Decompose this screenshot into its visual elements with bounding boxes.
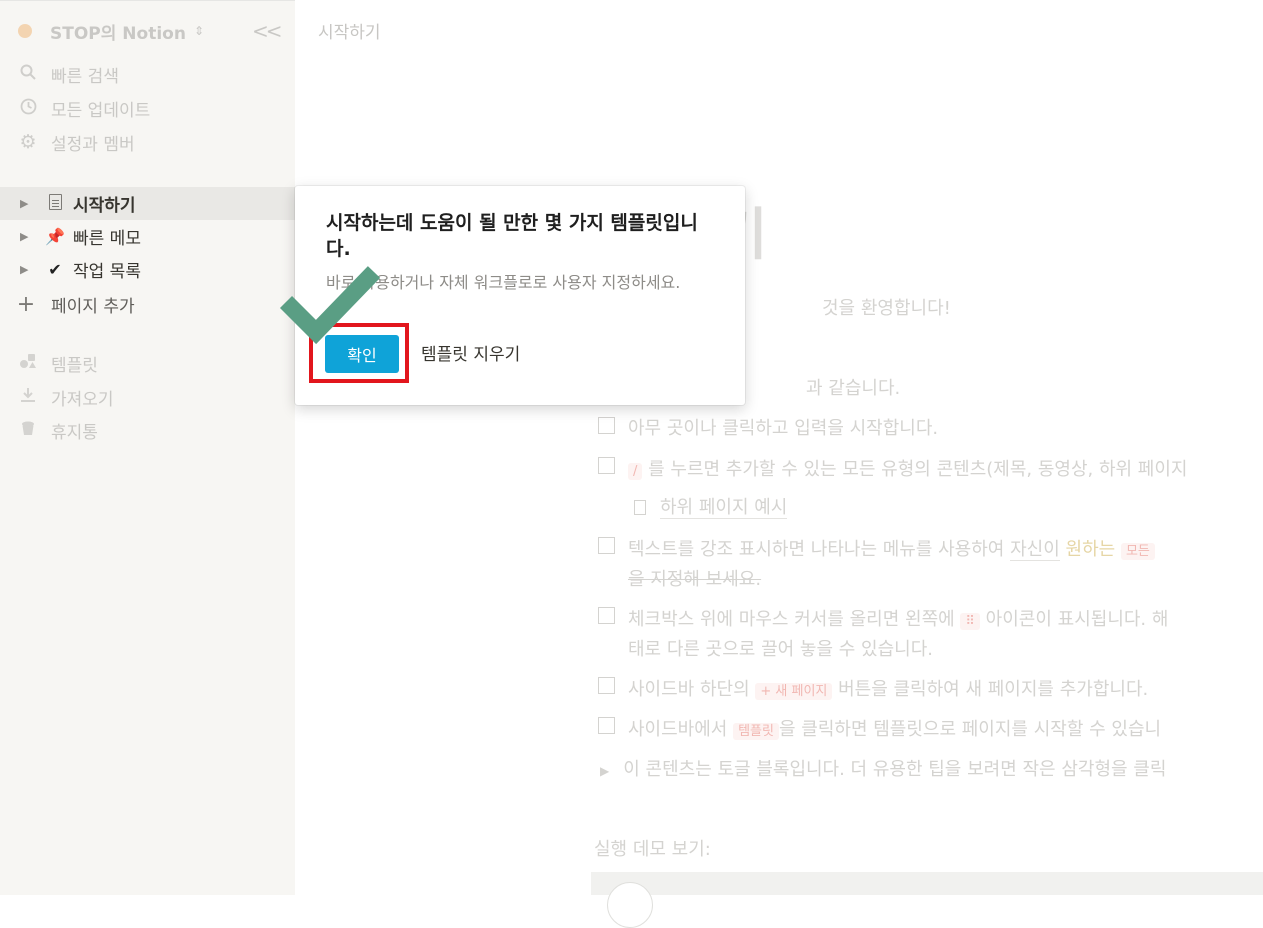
highlighted-text: 원하는 — [1065, 539, 1116, 560]
sidebar-item-label: 템플릿 — [51, 355, 98, 376]
template-icon — [18, 353, 38, 373]
todo-text-part: 을 클릭하면 템플릿으로 페이지를 시작할 수 있습니 — [778, 719, 1162, 740]
todo-checkbox[interactable] — [598, 717, 615, 734]
sidebar-page-quick-note[interactable]: ▶ 📌 빠른 메모 — [0, 220, 295, 253]
sidebar-page-label: 작업 목록 — [73, 262, 141, 282]
trash-icon — [18, 420, 38, 440]
todo-checkbox[interactable] — [598, 417, 615, 434]
popup-title: 시작하는데 도움이 될 만한 몇 가지 템플릿입니다. — [326, 212, 698, 260]
clear-templates-button[interactable]: 템플릿 지우기 — [421, 340, 520, 365]
sidebar-page-label: 빠른 메모 — [73, 229, 141, 249]
inline-code-chip: 모든 — [1120, 543, 1155, 560]
todo-text-part: 아이콘이 표시됩니다. 해 — [979, 609, 1169, 630]
sidebar-item-settings[interactable]: ⚙ 설정과 멤버 — [18, 129, 135, 155]
subpage-label: 하위 페이지 예시 — [660, 497, 788, 519]
workspace-switcher[interactable]: STOP의 Notion ⇕ — [18, 19, 205, 44]
sidebar-item-quick-find[interactable]: 빠른 검색 — [18, 61, 119, 87]
todo-text-part: 체크박스 위에 마우스 커서를 올리면 왼쪽에 — [628, 609, 961, 630]
todo-checkbox[interactable] — [598, 677, 615, 694]
checkmark-annotation-icon — [279, 266, 381, 345]
document-icon — [45, 193, 65, 214]
sidebar-page-label: 시작하기 — [73, 196, 136, 216]
intro-text: 과 같습니다. — [806, 378, 901, 399]
todo-text: 사이드바 하단의 + 새 페이지 버튼을 클릭하여 새 페이지를 추가합니다. — [628, 675, 1148, 701]
toggle-block[interactable]: ▶ 이 콘텐츠는 토글 블록입니다. 더 유용한 팁을 보려면 작은 삼각형을 클… — [600, 755, 1166, 781]
document-icon — [634, 500, 646, 515]
checkmark-icon: ✔ — [48, 260, 62, 279]
sidebar-item-label: 빠른 검색 — [51, 66, 119, 87]
workspace-name: STOP의 Notion — [50, 23, 186, 44]
todo-text-part: 텍스트를 강조 표시하면 나타나는 메뉴를 사용하여 — [628, 539, 1011, 560]
toggle-text: 이 콘텐츠는 토글 블록입니다. 더 유용한 팁을 보려면 작은 삼각형을 클릭 — [623, 759, 1167, 780]
sidebar-item-updates[interactable]: 모든 업데이트 — [18, 95, 150, 121]
collapse-sidebar-icon[interactable]: << — [252, 19, 282, 43]
todo-text: 아무 곳이나 클릭하고 입력을 시작합니다. — [628, 418, 939, 439]
search-icon — [18, 64, 38, 84]
underlined-text: 자신이 — [1010, 539, 1060, 561]
todo-text: 사이드바에서 템플릿 을 클릭하면 템플릿으로 페이지를 시작할 수 있습니 — [628, 715, 1161, 741]
todo-text-part: 사이드바 하단의 — [628, 679, 756, 700]
sidebar-item-templates[interactable]: 템플릿 — [18, 350, 98, 376]
download-icon — [18, 387, 38, 407]
workspace-icon — [18, 24, 32, 38]
todo-text: / 를 누르면 추가할 수 있는 모든 유형의 콘텐츠(제목, 동영상, 하위 … — [628, 455, 1188, 481]
sidebar: STOP의 Notion ⇕ << 빠른 검색 모든 업데이트 ⚙ 설정과 멤버… — [0, 0, 295, 895]
sidebar-item-label: 휴지통 — [51, 422, 98, 443]
todo-text-part: 사이드바에서 — [628, 719, 734, 740]
todo-text: 텍스트를 강조 표시하면 나타나는 메뉴를 사용하여 자신이 원하는 모든 — [628, 535, 1155, 561]
expand-triangle-icon[interactable]: ▶ — [20, 197, 32, 210]
plus-icon: + — [16, 291, 36, 317]
add-page-button[interactable]: + 페이지 추가 — [16, 291, 135, 317]
clock-icon — [18, 98, 38, 119]
expand-triangle-icon[interactable]: ▶ — [20, 263, 32, 276]
inline-code-chip: / — [628, 463, 643, 480]
todo-checkbox[interactable] — [598, 607, 615, 624]
welcome-text: 것을 환영합니다! — [822, 298, 951, 319]
todo-text-part: 버튼을 클릭하여 새 페이지를 추가합니다. — [832, 679, 1149, 700]
sidebar-page-getting-started[interactable]: ▶ 시작하기 — [0, 187, 295, 220]
sidebar-item-trash[interactable]: 휴지통 — [18, 417, 98, 443]
sidebar-item-import[interactable]: 가져오기 — [18, 384, 114, 410]
todo-checkbox[interactable] — [598, 457, 615, 474]
toggle-triangle-icon[interactable]: ▶ — [600, 764, 609, 778]
sidebar-item-label: 가져오기 — [51, 389, 114, 410]
todo-checkbox[interactable] — [598, 537, 615, 554]
gear-icon: ⚙ — [19, 131, 37, 153]
breadcrumb[interactable]: 시작하기 — [318, 18, 381, 43]
sidebar-page-task-list[interactable]: ▶ ✔ 작업 목록 — [0, 253, 295, 286]
chevron-updown-icon: ⇕ — [193, 24, 205, 38]
inline-code-chip: + 새 페이지 — [755, 683, 833, 700]
subpage-link[interactable]: 하위 페이지 예시 — [634, 493, 788, 519]
todo-text-part: 를 누르면 추가할 수 있는 모든 유형의 콘텐츠(제목, 동영상, 하위 페이… — [648, 459, 1188, 480]
demo-label: 실행 데모 보기: — [594, 839, 711, 860]
demo-video-embed[interactable] — [591, 872, 1263, 895]
add-page-label: 페이지 추가 — [51, 296, 135, 317]
drag-handle-chip: ⠿ — [960, 613, 980, 630]
todo-text: 체크박스 위에 마우스 커서를 올리면 왼쪽에 ⠿ 아이콘이 표시됩니다. 해 — [628, 605, 1168, 631]
todo-text-line2: 태로 다른 곳으로 끌어 놓을 수 있습니다. — [628, 639, 934, 660]
sidebar-item-label: 설정과 멤버 — [51, 134, 135, 155]
inline-code-chip: 템플릿 — [733, 723, 779, 740]
expand-triangle-icon[interactable]: ▶ — [20, 230, 32, 243]
todo-text-line2: 을 지정해 보세요. — [628, 569, 762, 590]
pushpin-icon: 📌 — [45, 227, 65, 246]
play-button-icon[interactable] — [607, 882, 653, 928]
sidebar-item-label: 모든 업데이트 — [51, 100, 151, 121]
